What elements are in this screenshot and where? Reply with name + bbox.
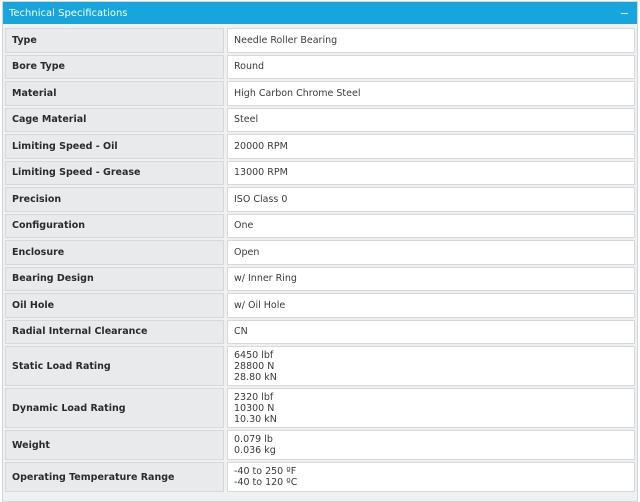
spec-row: Bore Type Round <box>5 54 635 79</box>
spec-value: Round <box>227 54 635 79</box>
spec-value: 13000 RPM <box>227 160 635 185</box>
spec-label: Limiting Speed - Grease <box>5 160 224 185</box>
spec-row: Enclosure Open <box>5 240 635 265</box>
spec-label: Bearing Design <box>5 266 224 291</box>
spec-label: Operating Temperature Range <box>5 462 224 492</box>
spec-row: Cage Material Steel <box>5 107 635 132</box>
panel-title: Technical Specifications <box>9 7 128 19</box>
spec-value-line: w/ Oil Hole <box>234 299 286 311</box>
spec-label: Enclosure <box>5 240 224 265</box>
spec-row: Weight 0.079 lb 0.036 kg <box>5 430 635 460</box>
spec-label: Weight <box>5 430 224 460</box>
spec-value-line: 0.036 kg <box>234 445 276 456</box>
spec-label: Radial Internal Clearance <box>5 319 224 344</box>
spec-value-line: 0.079 lb <box>234 434 273 445</box>
spec-value-line: One <box>234 220 254 232</box>
spec-value-line: 6450 lbf <box>234 349 274 361</box>
collapse-icon[interactable]: − <box>620 8 629 19</box>
spec-value-line: High Carbon Chrome Steel <box>234 87 361 99</box>
spec-value-line: Needle Roller Bearing <box>234 34 338 46</box>
spec-row: Limiting Speed - Oil 20000 RPM <box>5 134 635 159</box>
spec-label: Cage Material <box>5 107 224 132</box>
spec-row: Type Needle Roller Bearing <box>5 28 635 53</box>
spec-value: Steel <box>227 107 635 132</box>
spec-value-line: Steel <box>234 114 259 126</box>
spec-value-line: ISO Class 0 <box>234 193 288 205</box>
spec-label: Static Load Rating <box>5 346 224 386</box>
spec-value: CN <box>227 319 635 344</box>
spec-value-line: Round <box>234 61 265 73</box>
spec-value: 20000 RPM <box>227 134 635 159</box>
spec-value-line: 2320 lbf <box>234 391 274 403</box>
spec-label: Dynamic Load Rating <box>5 388 224 428</box>
panel-header[interactable]: Technical Specifications − <box>3 2 637 24</box>
spec-value-line: -40 to 250 ºF <box>234 466 297 477</box>
spec-label: Type <box>5 28 224 53</box>
spec-label: Limiting Speed - Oil <box>5 134 224 159</box>
spec-value-line: -40 to 120 ºC <box>234 477 298 488</box>
spec-row: Radial Internal Clearance CN <box>5 319 635 344</box>
spec-row: Oil Hole w/ Oil Hole <box>5 293 635 318</box>
spec-label: Precision <box>5 187 224 212</box>
spec-row: Static Load Rating 6450 lbf 28800 N 28.80 k… <box>5 346 635 386</box>
spec-value-line: w/ Inner Ring <box>234 273 297 285</box>
spec-value: Open <box>227 240 635 265</box>
spec-value-line: Open <box>234 246 260 258</box>
spec-value-line: 13000 RPM <box>234 167 288 179</box>
spec-row: Operating Temperature Range -40 to 250 ºF… <box>5 462 635 492</box>
spec-value: w/ Inner Ring <box>227 266 635 291</box>
spec-value: w/ Oil Hole <box>227 293 635 318</box>
spec-row: Configuration One <box>5 213 635 238</box>
technical-specifications-panel: Technical Specifications − Type Needle Ro… <box>2 1 638 502</box>
spec-row: Dynamic Load Rating 2320 lbf 10300 N 10.30 … <box>5 388 635 428</box>
spec-value-line: 10300 N <box>234 402 275 414</box>
spec-label: Configuration <box>5 213 224 238</box>
spec-value: -40 to 250 ºF -40 to 120 ºC <box>227 462 635 492</box>
spec-label: Bore Type <box>5 54 224 79</box>
spec-label: Material <box>5 81 224 106</box>
spec-value: ISO Class 0 <box>227 187 635 212</box>
spec-value-line: CN <box>234 326 248 338</box>
spec-value: High Carbon Chrome Steel <box>227 81 635 106</box>
spec-value: 6450 lbf 28800 N 28.80 kN <box>227 346 635 386</box>
spec-table: Type Needle Roller Bearing Bore Type Round M… <box>3 24 637 492</box>
spec-row: Limiting Speed - Grease 13000 RPM <box>5 160 635 185</box>
spec-value: One <box>227 213 635 238</box>
spec-value: 2320 lbf 10300 N 10.30 kN <box>227 388 635 428</box>
spec-value-line: 28.80 kN <box>234 371 277 383</box>
spec-row: Precision ISO Class 0 <box>5 187 635 212</box>
spec-value: 0.079 lb 0.036 kg <box>227 430 635 460</box>
spec-value-line: 20000 RPM <box>234 140 288 152</box>
spec-value-line: 10.30 kN <box>234 413 277 425</box>
spec-row: Bearing Design w/ Inner Ring <box>5 266 635 291</box>
spec-label: Oil Hole <box>5 293 224 318</box>
spec-row: Material High Carbon Chrome Steel <box>5 81 635 106</box>
spec-value: Needle Roller Bearing <box>227 28 635 53</box>
spec-value-line: 28800 N <box>234 360 275 372</box>
